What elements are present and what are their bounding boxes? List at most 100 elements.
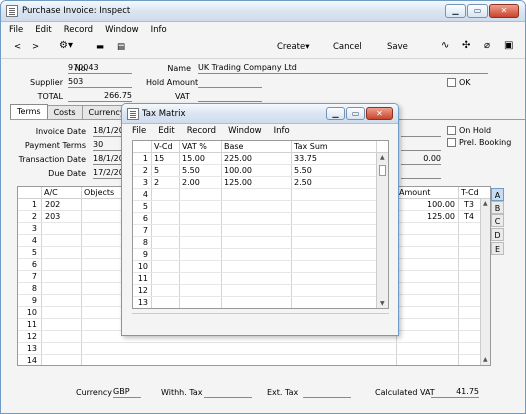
dialog-menu-info[interactable]: Info bbox=[274, 126, 290, 136]
back-arrow-icon[interactable]: < bbox=[14, 42, 21, 52]
col-tcd[interactable]: T-Cd bbox=[461, 188, 479, 197]
col-ac[interactable]: A/C bbox=[44, 188, 58, 197]
dialog-menu-file[interactable]: File bbox=[132, 126, 146, 136]
tax-sum-cell[interactable]: 2.50 bbox=[294, 178, 312, 187]
withh-tax-field[interactable] bbox=[204, 387, 252, 398]
base-cell[interactable]: 125.00 bbox=[224, 178, 252, 187]
hold-amount-field[interactable] bbox=[198, 77, 262, 88]
vat-pct-cell[interactable]: 2.00 bbox=[182, 178, 200, 187]
ok-checkbox[interactable] bbox=[447, 78, 456, 87]
ext-tax-field[interactable] bbox=[303, 387, 351, 398]
create-button[interactable]: Create▾ bbox=[277, 42, 310, 52]
print-icon[interactable]: ▬ bbox=[96, 42, 104, 52]
cancel-button[interactable]: Cancel bbox=[333, 42, 362, 52]
name-field[interactable]: UK Trading Company Ltd bbox=[198, 63, 488, 74]
tax-sum-cell[interactable]: 33.75 bbox=[294, 154, 317, 163]
vcd-cell[interactable]: 15 bbox=[154, 154, 164, 163]
table-row[interactable]: 9 bbox=[133, 249, 388, 261]
table-row[interactable]: 2 5 5.50 100.00 5.50 bbox=[133, 165, 388, 177]
col-base[interactable]: Base bbox=[224, 142, 243, 151]
table-row[interactable]: 1 15 15.00 225.00 33.75 bbox=[133, 153, 388, 165]
supplier-field[interactable]: 503 bbox=[68, 77, 132, 88]
menu-file[interactable]: File bbox=[9, 25, 23, 35]
menu-window[interactable]: Window bbox=[105, 25, 139, 35]
base-cell[interactable]: 225.00 bbox=[224, 154, 252, 163]
tax-grid-scrollbar[interactable]: ▲ ▼ bbox=[376, 153, 388, 308]
dialog-close-button[interactable]: ✕ bbox=[366, 107, 393, 120]
vat-field[interactable] bbox=[198, 91, 262, 102]
dialog-menu-record[interactable]: Record bbox=[187, 126, 216, 136]
base-cell[interactable]: 100.00 bbox=[224, 166, 252, 175]
flip-tab-e[interactable]: E bbox=[491, 242, 504, 255]
close-button[interactable]: ✕ bbox=[489, 4, 519, 18]
on-hold-checkbox[interactable] bbox=[447, 126, 456, 135]
table-row[interactable]: 8 bbox=[133, 237, 388, 249]
table-row[interactable]: 13 bbox=[133, 297, 388, 308]
table-row[interactable]: 14 bbox=[18, 355, 490, 365]
no-field[interactable]: 970043 bbox=[68, 63, 132, 74]
right-field-1[interactable] bbox=[401, 126, 441, 137]
tcd-cell[interactable]: T3 bbox=[464, 200, 474, 209]
col-tax-sum[interactable]: Tax Sum bbox=[294, 142, 328, 151]
ac-cell[interactable]: 203 bbox=[45, 212, 60, 221]
col-objects[interactable]: Objects bbox=[84, 188, 114, 197]
scroll-up-icon[interactable]: ▲ bbox=[483, 200, 488, 207]
right-field-4[interactable] bbox=[401, 168, 441, 179]
tcd-cell[interactable]: T4 bbox=[464, 212, 474, 221]
ac-cell[interactable]: 202 bbox=[45, 200, 60, 209]
minimize-button[interactable]: ▁ bbox=[445, 4, 466, 18]
col-vcd[interactable]: V-Cd bbox=[154, 142, 173, 151]
dialog-minimize-button[interactable]: ▁ bbox=[326, 107, 345, 120]
scroll-down-icon[interactable]: ▲ bbox=[483, 356, 488, 363]
vat-pct-cell[interactable]: 15.00 bbox=[182, 154, 205, 163]
connect-icon[interactable]: ✣ bbox=[462, 40, 470, 51]
flip-tab-d[interactable]: D bbox=[491, 228, 504, 241]
grid-scrollbar[interactable]: ▲ ▲ bbox=[480, 199, 490, 365]
amount-cell[interactable]: 125.00 bbox=[397, 212, 455, 221]
right-field-2[interactable] bbox=[401, 140, 441, 151]
table-row[interactable]: 12 bbox=[133, 285, 388, 297]
attachment-icon[interactable]: ⌀ bbox=[484, 40, 490, 51]
tax-sum-cell[interactable]: 5.50 bbox=[294, 166, 312, 175]
col-amount[interactable]: Amount bbox=[399, 188, 430, 197]
graph-icon[interactable]: ∿ bbox=[441, 40, 449, 51]
flip-tab-a[interactable]: A bbox=[491, 188, 504, 201]
tax-scroll-down-icon[interactable]: ▼ bbox=[380, 300, 385, 307]
tax-matrix-grid[interactable]: V-Cd VAT % Base Tax Sum 1 1 5 15.00 225.00 33… bbox=[132, 140, 389, 309]
forward-arrow-icon[interactable]: > bbox=[32, 42, 39, 52]
col-vat-pct[interactable]: VAT % bbox=[182, 142, 207, 151]
flip-tab-b[interactable]: B bbox=[491, 201, 504, 214]
table-row[interactable]: 5 bbox=[133, 201, 388, 213]
print-preview-icon[interactable]: ▤ bbox=[117, 42, 125, 52]
vcd-cell[interactable]: 5 bbox=[154, 166, 159, 175]
dialog-title-bar[interactable]: Tax Matrix ▁ ▭ ✕ bbox=[122, 104, 398, 124]
currency-field[interactable]: GBP bbox=[113, 387, 141, 398]
tab-terms[interactable]: Terms bbox=[10, 104, 48, 119]
vat-pct-cell[interactable]: 5.50 bbox=[182, 166, 200, 175]
menu-record[interactable]: Record bbox=[64, 25, 93, 35]
dialog-maximize-button[interactable]: ▭ bbox=[346, 107, 365, 120]
table-row[interactable]: 4 bbox=[133, 189, 388, 201]
prel-booking-checkbox[interactable] bbox=[447, 138, 456, 147]
maximize-button[interactable]: ▭ bbox=[467, 4, 488, 18]
table-row[interactable]: 13 bbox=[18, 343, 490, 355]
menu-edit[interactable]: Edit bbox=[35, 25, 51, 35]
table-row[interactable]: 10 bbox=[133, 261, 388, 273]
dialog-menu-edit[interactable]: Edit bbox=[158, 126, 174, 136]
tax-scroll-up-icon[interactable]: ▲ bbox=[380, 154, 385, 161]
table-row[interactable]: 3 2 2.00 125.00 2.50 bbox=[133, 177, 388, 189]
tab-costs[interactable]: Costs bbox=[46, 105, 83, 119]
tax-scroll-thumb[interactable] bbox=[379, 165, 386, 176]
sidebar-icon[interactable]: ▣ bbox=[504, 40, 513, 51]
save-button[interactable]: Save bbox=[387, 42, 408, 52]
dialog-menu-window[interactable]: Window bbox=[228, 126, 262, 136]
table-row[interactable]: 11 bbox=[133, 273, 388, 285]
vcd-cell[interactable]: 2 bbox=[154, 178, 159, 187]
gear-icon[interactable]: ⚙▾ bbox=[59, 40, 73, 51]
amount-cell[interactable]: 100.00 bbox=[397, 200, 455, 209]
table-row[interactable]: 6 bbox=[133, 213, 388, 225]
title-bar[interactable]: Purchase Invoice: Inspect ▁ ▭ ✕ bbox=[1, 1, 525, 22]
right-amount-field[interactable]: 0.00 bbox=[401, 154, 441, 165]
table-row[interactable]: 7 bbox=[133, 225, 388, 237]
menu-info[interactable]: Info bbox=[151, 25, 167, 35]
